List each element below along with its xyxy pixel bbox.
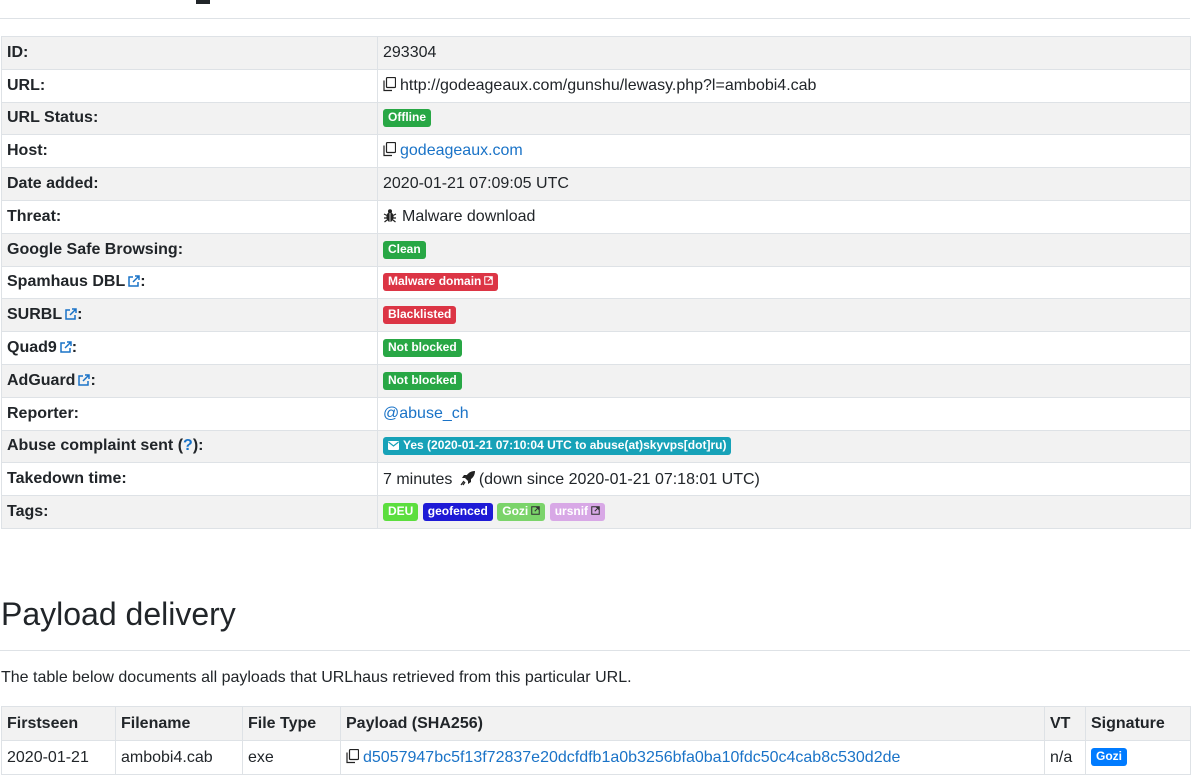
label-takedown: Takedown time: bbox=[1, 462, 378, 497]
label-id: ID: bbox=[1, 36, 378, 70]
label-abuse-suffix: ): bbox=[192, 437, 204, 455]
label-url-status: URL Status: bbox=[1, 101, 378, 136]
value-date-added: 2020-01-21 07:09:05 UTC bbox=[377, 167, 1191, 201]
cell-vt: n/a bbox=[1044, 740, 1086, 775]
label-url: URL: bbox=[1, 68, 378, 103]
external-link-icon[interactable] bbox=[60, 341, 72, 353]
envelope-icon bbox=[388, 441, 399, 451]
url-status-badge: Offline bbox=[383, 109, 431, 128]
tag-geofenced[interactable]: geofenced bbox=[422, 502, 493, 521]
threat-value: Malware download bbox=[402, 207, 536, 225]
takedown-duration: 7 minutes bbox=[383, 470, 453, 488]
row-url-status: URL Status: Offline bbox=[1, 101, 1191, 136]
copy-icon[interactable] bbox=[346, 748, 359, 764]
label-date-added: Date added: bbox=[1, 167, 378, 201]
col-payload[interactable]: Payload (SHA256) bbox=[340, 706, 1045, 741]
table-row: 2020-01-21 ambobi4.cab exe d5057947bc5f1… bbox=[1, 740, 1191, 775]
cell-firstseen: 2020-01-21 bbox=[1, 740, 116, 775]
external-link-icon[interactable] bbox=[78, 374, 91, 386]
colon: : bbox=[71, 339, 78, 357]
row-date-added: Date added: 2020-01-21 07:09:05 UTC bbox=[1, 167, 1191, 201]
row-adguard: AdGuard: Not blocked bbox=[1, 363, 1191, 398]
tag-gozi[interactable]: Gozi bbox=[497, 502, 546, 521]
cell-filename: ambobi4.cab bbox=[115, 740, 243, 775]
row-takedown: Takedown time: 7 minutes (down since 202… bbox=[1, 462, 1191, 497]
row-google-safe-browsing: Google Safe Browsing: Clean bbox=[1, 232, 1191, 267]
row-quad9: Quad9: Not blocked bbox=[1, 331, 1191, 365]
colon: : bbox=[140, 273, 146, 291]
tag-deu[interactable]: DEU bbox=[383, 502, 419, 521]
abuse-complaint-badge: Yes (2020-01-21 07:10:04 UTC to abuse(at… bbox=[383, 437, 732, 456]
label-host: Host: bbox=[1, 134, 378, 169]
gsb-badge: Clean bbox=[383, 240, 426, 259]
row-reporter: Reporter: @abuse_ch bbox=[1, 396, 1191, 431]
host-link[interactable]: godeageaux.com bbox=[400, 142, 523, 159]
row-tags: Tags: DEU geofenced Gozi ursnif bbox=[1, 495, 1191, 529]
row-surbl: SURBL: Blacklisted bbox=[1, 298, 1191, 333]
label-surbl: SURBL bbox=[7, 306, 63, 324]
external-link-icon[interactable] bbox=[128, 275, 140, 288]
row-threat: Threat: Malware download bbox=[1, 199, 1191, 234]
label-abuse-prefix: Abuse complaint sent ( bbox=[7, 437, 184, 455]
external-link-icon bbox=[484, 276, 494, 286]
external-link-icon[interactable] bbox=[65, 308, 77, 321]
row-spamhaus: Spamhaus DBL: Malware domain bbox=[1, 265, 1191, 300]
col-signature[interactable]: Signature bbox=[1085, 706, 1191, 741]
help-link[interactable]: ? bbox=[183, 437, 193, 454]
sha256-link[interactable]: d5057947bc5f13f72837e20dcfdfb1a0b3256bfa… bbox=[363, 749, 900, 766]
label-gsb: Google Safe Browsing: bbox=[1, 232, 378, 267]
label-adguard: AdGuard bbox=[7, 371, 76, 389]
row-url: URL: http://godeageaux.com/gunshu/lewasy… bbox=[1, 68, 1191, 103]
section-description: The table below documents all payloads t… bbox=[1, 669, 632, 686]
label-spamhaus: Spamhaus DBL bbox=[7, 273, 126, 291]
colon: : bbox=[90, 371, 96, 389]
adguard-badge: Not blocked bbox=[383, 371, 462, 390]
col-filename[interactable]: Filename bbox=[115, 706, 243, 741]
bug-icon bbox=[383, 209, 397, 223]
label-reporter: Reporter: bbox=[1, 396, 378, 431]
row-abuse-complaint: Abuse complaint sent (?): Yes (2020-01-2… bbox=[1, 429, 1191, 464]
section-title: Payload delivery bbox=[1, 596, 236, 632]
label-threat: Threat: bbox=[1, 199, 378, 234]
quad9-badge: Not blocked bbox=[383, 338, 462, 357]
divider bbox=[0, 650, 1190, 651]
value-id: 293304 bbox=[377, 36, 1191, 70]
url-info-table: ID: 293304 URL: http://godeageaux.com/gu… bbox=[1, 36, 1191, 529]
signature-badge[interactable]: Gozi bbox=[1091, 748, 1127, 767]
takedown-since: (down since 2020-01-21 07:18:01 UTC) bbox=[478, 470, 760, 488]
copy-icon[interactable] bbox=[383, 142, 396, 157]
col-filetype[interactable]: File Type bbox=[242, 706, 341, 741]
spamhaus-badge[interactable]: Malware domain bbox=[383, 273, 499, 292]
label-quad9: Quad9 bbox=[7, 339, 57, 357]
col-vt[interactable]: VT bbox=[1044, 706, 1086, 741]
col-firstseen[interactable]: Firstseen bbox=[1, 706, 116, 741]
label-tags: Tags: bbox=[1, 495, 378, 529]
divider bbox=[0, 18, 1190, 19]
table-header-row: Firstseen Filename File Type Payload (SH… bbox=[1, 706, 1191, 741]
payload-table: Firstseen Filename File Type Payload (SH… bbox=[1, 706, 1191, 775]
cell-filetype: exe bbox=[242, 740, 341, 775]
copy-icon[interactable] bbox=[383, 76, 396, 92]
external-link-icon bbox=[531, 506, 541, 515]
row-id: ID: 293304 bbox=[1, 36, 1191, 70]
tag-ursnif[interactable]: ursnif bbox=[549, 502, 606, 521]
row-host: Host: godeageaux.com bbox=[1, 134, 1191, 169]
external-link-icon bbox=[591, 506, 600, 515]
heading-fragment bbox=[196, 0, 210, 4]
surbl-badge: Blacklisted bbox=[383, 306, 457, 325]
url-value: http://godeageaux.com/gunshu/lewasy.php?… bbox=[400, 76, 817, 94]
reporter-link[interactable]: @abuse_ch bbox=[383, 405, 469, 422]
colon: : bbox=[77, 306, 83, 324]
rocket-icon bbox=[460, 470, 475, 486]
